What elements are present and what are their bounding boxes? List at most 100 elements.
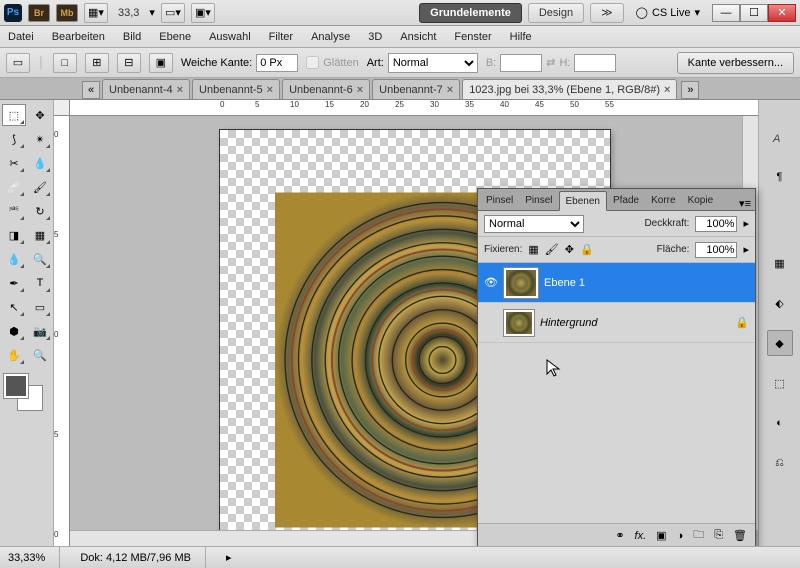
paragraph-panel-icon[interactable]: ¶: [767, 164, 793, 190]
layer-group-icon[interactable]: 🗀: [693, 526, 704, 545]
character-panel-icon[interactable]: A: [767, 124, 793, 150]
selection-subtract-icon[interactable]: ⊟: [117, 53, 141, 73]
status-doc-size[interactable]: Dok: 4,12 MB/7,96 MB: [80, 547, 206, 568]
styles-panel-icon[interactable]: ⬖: [767, 290, 793, 316]
fill-input[interactable]: [695, 242, 737, 258]
tab-unbenannt-6[interactable]: Unbenannt-6×: [282, 79, 370, 99]
history-brush-tool[interactable]: ↻: [28, 200, 52, 222]
3d-tool[interactable]: ⬢: [2, 320, 26, 342]
minibridge-icon[interactable]: Mb: [56, 4, 78, 22]
healing-brush-tool[interactable]: 🩹: [2, 176, 26, 198]
tab-nav-prev[interactable]: «: [82, 81, 100, 99]
close-icon[interactable]: ×: [357, 84, 363, 96]
eyedropper-tool[interactable]: 💧: [28, 152, 52, 174]
panel-tab-pinsel1[interactable]: Pinsel: [480, 190, 519, 210]
hand-tool[interactable]: ✋: [2, 344, 26, 366]
menu-ebene[interactable]: Ebene: [159, 31, 191, 43]
panel-tab-pinsel2[interactable]: Pinsel: [519, 190, 558, 210]
menu-auswahl[interactable]: Auswahl: [209, 31, 251, 43]
brush-tool[interactable]: 🖌: [28, 176, 52, 198]
swatches-panel-icon[interactable]: ▦: [767, 250, 793, 276]
3d-camera-tool[interactable]: 📷: [28, 320, 52, 342]
menu-datei[interactable]: Datei: [8, 31, 34, 43]
minimize-button[interactable]: —: [712, 4, 740, 22]
zoom-level[interactable]: 33,3: [114, 7, 143, 19]
tab-1023-jpg[interactable]: 1023.jpg bei 33,3% (Ebene 1, RGB/8#)×: [462, 79, 677, 99]
lock-transparency-icon[interactable]: ▦: [528, 243, 538, 256]
close-icon[interactable]: ×: [447, 84, 453, 96]
close-button[interactable]: ✕: [768, 4, 796, 22]
layer-thumbnail[interactable]: [504, 268, 538, 298]
current-tool-icon[interactable]: ▭: [6, 53, 30, 73]
layer-mask-icon[interactable]: ▣: [656, 529, 666, 542]
layer-row[interactable]: 👁 Ebene 1: [478, 263, 755, 303]
opacity-input[interactable]: [695, 216, 737, 232]
panel-tab-ebenen[interactable]: Ebenen: [559, 191, 607, 211]
menu-ansicht[interactable]: Ansicht: [400, 31, 436, 43]
color-swatches[interactable]: [2, 372, 46, 412]
workspace-grundelemente[interactable]: Grundelemente: [419, 3, 522, 23]
paths-panel-icon[interactable]: ◐: [767, 410, 793, 436]
view-extras-button[interactable]: ▦▾: [84, 3, 108, 23]
lock-pixels-icon[interactable]: 🖌: [545, 243, 559, 256]
selection-intersect-icon[interactable]: ▣: [149, 53, 173, 73]
new-layer-icon[interactable]: ⎘: [714, 529, 723, 542]
selection-new-icon[interactable]: □: [53, 53, 77, 73]
lock-position-icon[interactable]: ✥: [565, 243, 574, 256]
eraser-tool[interactable]: ◨: [2, 224, 26, 246]
menu-hilfe[interactable]: Hilfe: [510, 31, 532, 43]
status-zoom[interactable]: 33,33%: [8, 547, 60, 568]
maximize-button[interactable]: ☐: [740, 4, 768, 22]
type-tool[interactable]: T: [28, 272, 52, 294]
delete-layer-icon[interactable]: 🗑: [733, 529, 747, 542]
tab-unbenannt-5[interactable]: Unbenannt-5×: [192, 79, 280, 99]
panel-tab-pfade[interactable]: Pfade: [607, 190, 645, 210]
history-panel-icon[interactable]: ⎌: [767, 450, 793, 476]
workspace-design[interactable]: Design: [528, 3, 584, 23]
ruler-origin[interactable]: [54, 100, 70, 116]
channels-panel-icon[interactable]: ⬚: [767, 370, 793, 396]
tab-unbenannt-4[interactable]: Unbenannt-4×: [102, 79, 190, 99]
shape-tool[interactable]: ▭: [28, 296, 52, 318]
panel-tab-kopieren[interactable]: Kopie: [682, 190, 720, 210]
menu-fenster[interactable]: Fenster: [454, 31, 491, 43]
panel-menu-icon[interactable]: ▾≡: [735, 197, 755, 210]
gradient-tool[interactable]: ▦: [28, 224, 52, 246]
layer-fx-icon[interactable]: fx.: [635, 530, 647, 542]
refine-edge-button[interactable]: Kante verbessern...: [677, 52, 794, 74]
crop-tool[interactable]: ✂: [2, 152, 26, 174]
marquee-tool[interactable]: ⬚: [2, 104, 26, 126]
close-icon[interactable]: ×: [267, 84, 273, 96]
close-icon[interactable]: ×: [664, 84, 670, 96]
tab-unbenannt-7[interactable]: Unbenannt-7×: [372, 79, 460, 99]
layer-thumbnail[interactable]: [504, 310, 534, 336]
layer-name[interactable]: Hintergrund: [540, 317, 597, 329]
workspace-more[interactable]: ≫: [590, 3, 624, 23]
menu-analyse[interactable]: Analyse: [311, 31, 350, 43]
link-layers-icon[interactable]: ⚭: [615, 529, 624, 542]
close-icon[interactable]: ×: [177, 84, 183, 96]
menu-filter[interactable]: Filter: [269, 31, 293, 43]
dodge-tool[interactable]: 🔍: [28, 248, 52, 270]
adjustment-layer-icon[interactable]: ◑: [677, 530, 684, 542]
layer-row[interactable]: Hintergrund 🔒: [478, 303, 755, 343]
cslive-button[interactable]: ◯ CS Live ▾: [630, 6, 706, 19]
status-flyout-icon[interactable]: ▸: [226, 551, 232, 564]
tab-nav-next[interactable]: »: [681, 81, 699, 99]
arrange-button[interactable]: ▭▾: [161, 3, 185, 23]
fill-flyout-icon[interactable]: ▸: [743, 243, 749, 256]
opacity-flyout-icon[interactable]: ▸: [743, 217, 749, 230]
visibility-icon[interactable]: 👁: [484, 276, 498, 289]
style-select[interactable]: Normal: [388, 53, 478, 73]
panel-tab-korrekturen[interactable]: Korre: [645, 190, 681, 210]
path-select-tool[interactable]: ↖: [2, 296, 26, 318]
layer-name[interactable]: Ebene 1: [544, 277, 585, 289]
blur-tool[interactable]: 💧: [2, 248, 26, 270]
menu-3d[interactable]: 3D: [368, 31, 382, 43]
layers-panel-icon[interactable]: ◆: [767, 330, 793, 356]
move-tool[interactable]: ✥: [28, 104, 52, 126]
magic-wand-tool[interactable]: ✴: [28, 128, 52, 150]
ruler-vertical[interactable]: 0 5 0 5 0: [54, 116, 70, 546]
selection-add-icon[interactable]: ⊞: [85, 53, 109, 73]
zoom-tool[interactable]: 🔍: [28, 344, 52, 366]
